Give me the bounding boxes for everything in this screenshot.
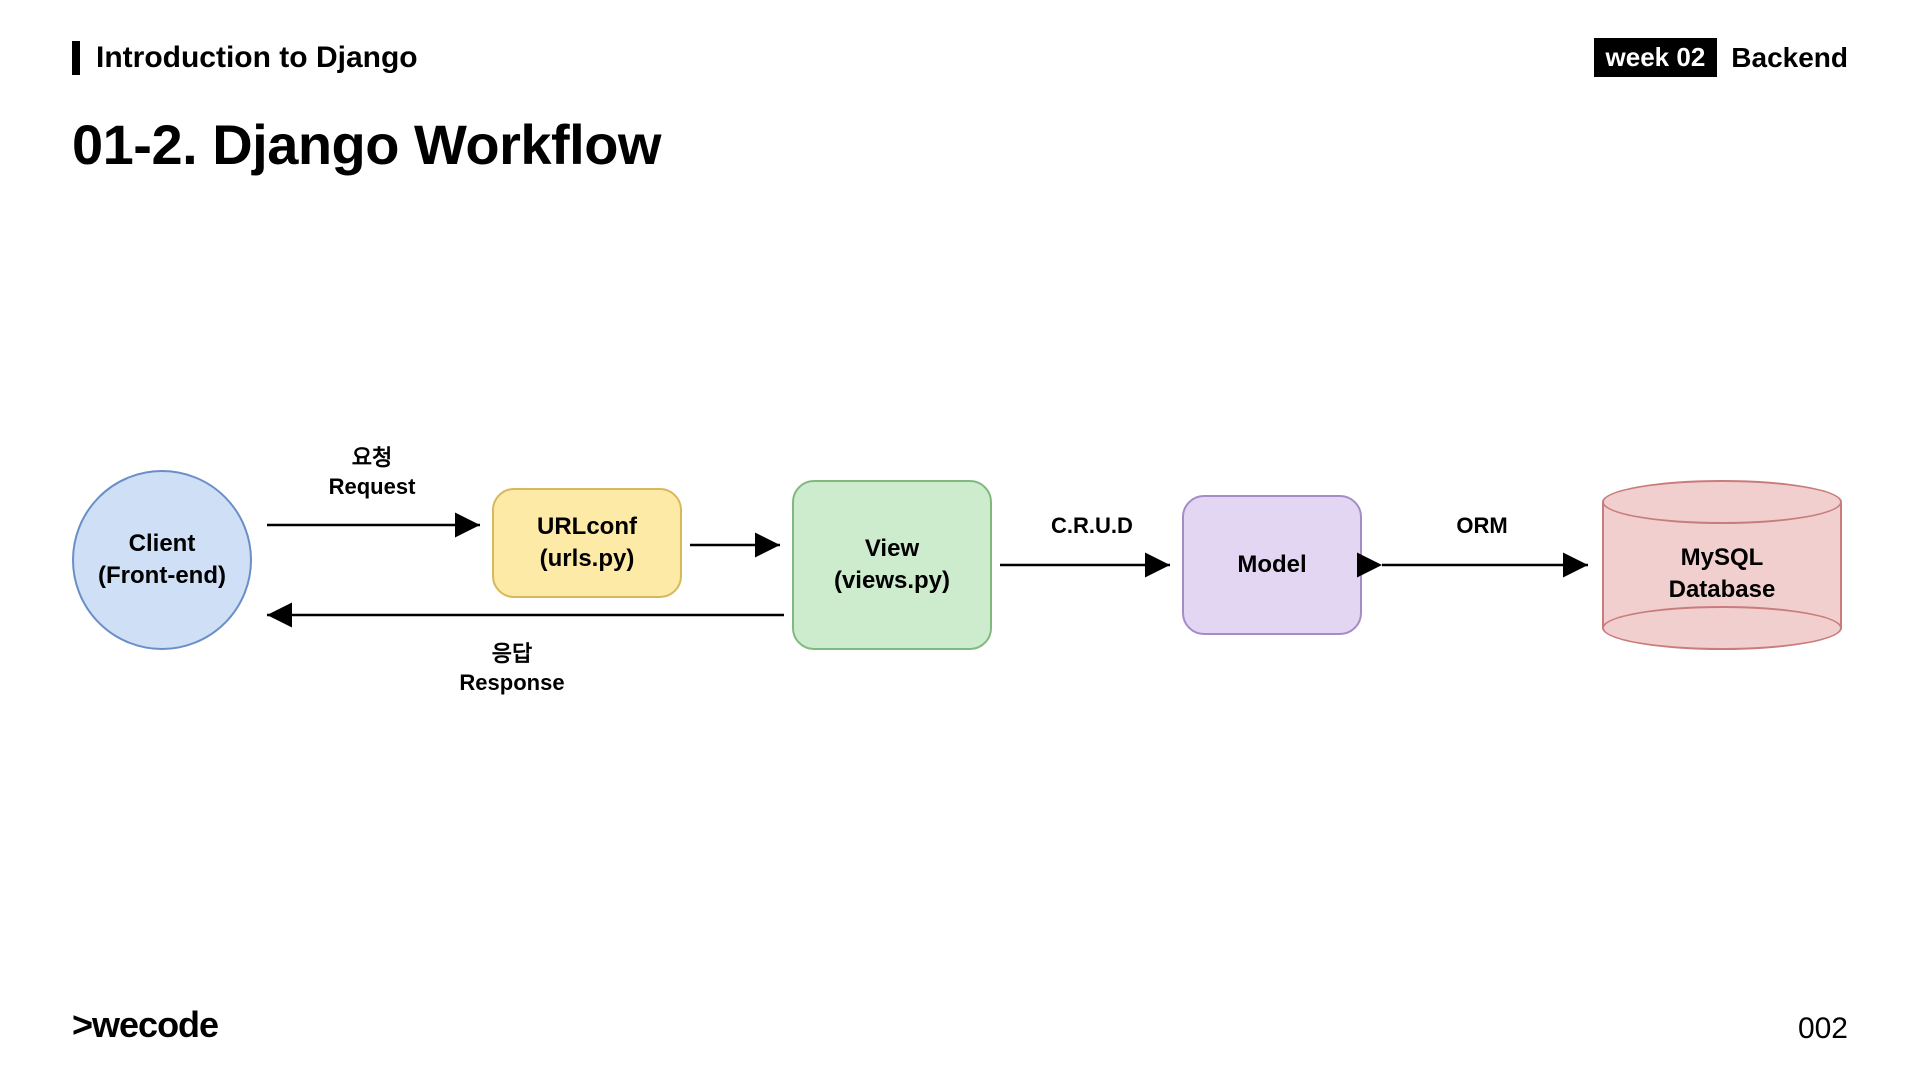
section-bar-icon <box>72 41 80 75</box>
header-left: Introduction to Django <box>72 41 418 75</box>
week-badge: week 02 <box>1594 38 1718 77</box>
page-number: 002 <box>1798 1012 1848 1046</box>
arrows-svg <box>72 440 1852 740</box>
track-label: Backend <box>1731 42 1848 74</box>
slide: Introduction to Django week 02 Backend 0… <box>0 0 1920 1080</box>
header: Introduction to Django week 02 Backend <box>72 38 1848 77</box>
header-right: week 02 Backend <box>1594 38 1848 77</box>
logo: >wecode <box>72 1004 218 1046</box>
page-title: 01-2. Django Workflow <box>72 112 661 177</box>
section-title: Introduction to Django <box>96 41 418 75</box>
